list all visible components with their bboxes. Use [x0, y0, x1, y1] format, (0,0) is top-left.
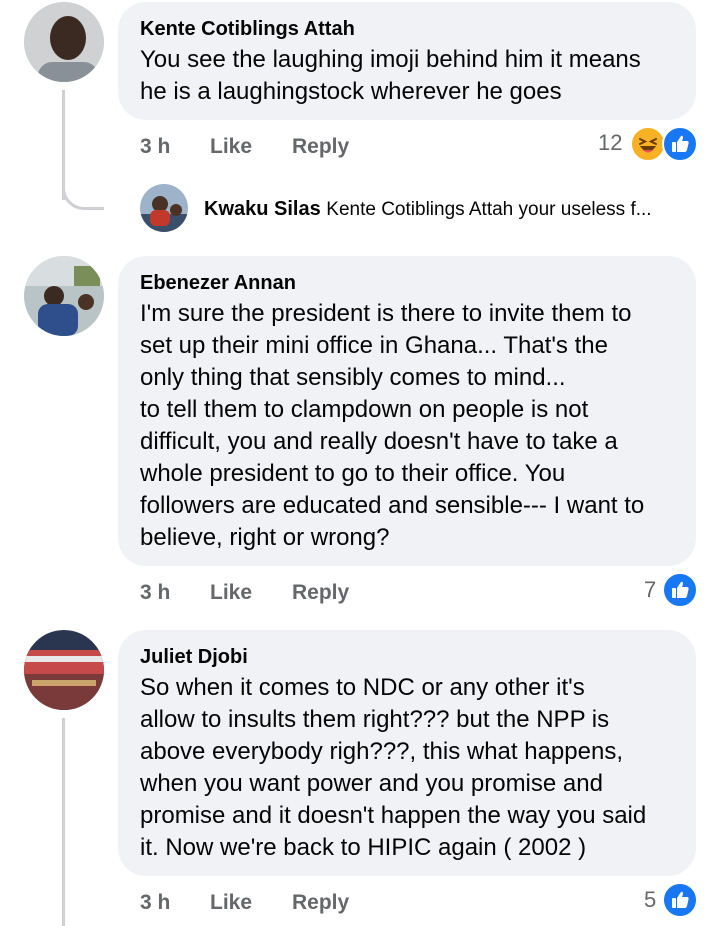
reply-preview-text: Kwaku Silas Kente Cotiblings Attah your …	[204, 196, 652, 223]
like-button[interactable]: Like	[210, 578, 252, 608]
reply-button[interactable]: Reply	[292, 132, 349, 162]
comment-text: You see the laughing imoji behind him it…	[140, 46, 641, 105]
reply-author[interactable]: Kwaku Silas	[204, 198, 321, 220]
comment-time[interactable]: 3 h	[140, 578, 170, 608]
comment-author[interactable]: Juliet Djobi	[140, 644, 672, 670]
avatar[interactable]	[24, 2, 104, 82]
thread-line	[62, 718, 65, 926]
like-icon	[662, 882, 698, 918]
comment-time[interactable]: 3 h	[140, 888, 170, 918]
comment-actions: 3 h Like Reply	[140, 578, 540, 608]
haha-icon	[630, 126, 666, 162]
comment-author[interactable]: Ebenezer Annan	[140, 270, 672, 296]
comment-actions: 3 h Like Reply	[140, 132, 540, 162]
comment-bubble[interactable]: Juliet Djobi So when it comes to NDC or …	[118, 630, 696, 876]
comment-time[interactable]: 3 h	[140, 132, 170, 162]
reactions-count: 7	[644, 577, 657, 602]
avatar[interactable]	[24, 256, 104, 336]
comment-author[interactable]: Kente Cotiblings Attah	[140, 16, 672, 42]
avatar[interactable]	[140, 184, 188, 232]
like-icon	[662, 572, 698, 608]
like-button[interactable]: Like	[210, 132, 252, 162]
reply-snippet: Kente Cotiblings Attah your useless f...	[326, 199, 652, 220]
avatar[interactable]	[24, 630, 104, 710]
comment-text: I'm sure the president is there to invit…	[140, 300, 645, 551]
comment-text: So when it comes to NDC or any other it'…	[140, 674, 647, 861]
comment-actions: 3 h Like Reply	[140, 888, 540, 918]
like-icon	[662, 126, 698, 162]
reply-button[interactable]: Reply	[292, 578, 349, 608]
comment-bubble[interactable]: Ebenezer Annan I'm sure the president is…	[118, 256, 696, 566]
like-button[interactable]: Like	[210, 888, 252, 918]
reply-button[interactable]: Reply	[292, 888, 349, 918]
reactions-count: 12	[598, 130, 623, 155]
reactions-count: 5	[644, 887, 657, 912]
thread-connector	[62, 170, 104, 210]
comment-bubble[interactable]: Kente Cotiblings Attah You see the laugh…	[118, 2, 696, 120]
